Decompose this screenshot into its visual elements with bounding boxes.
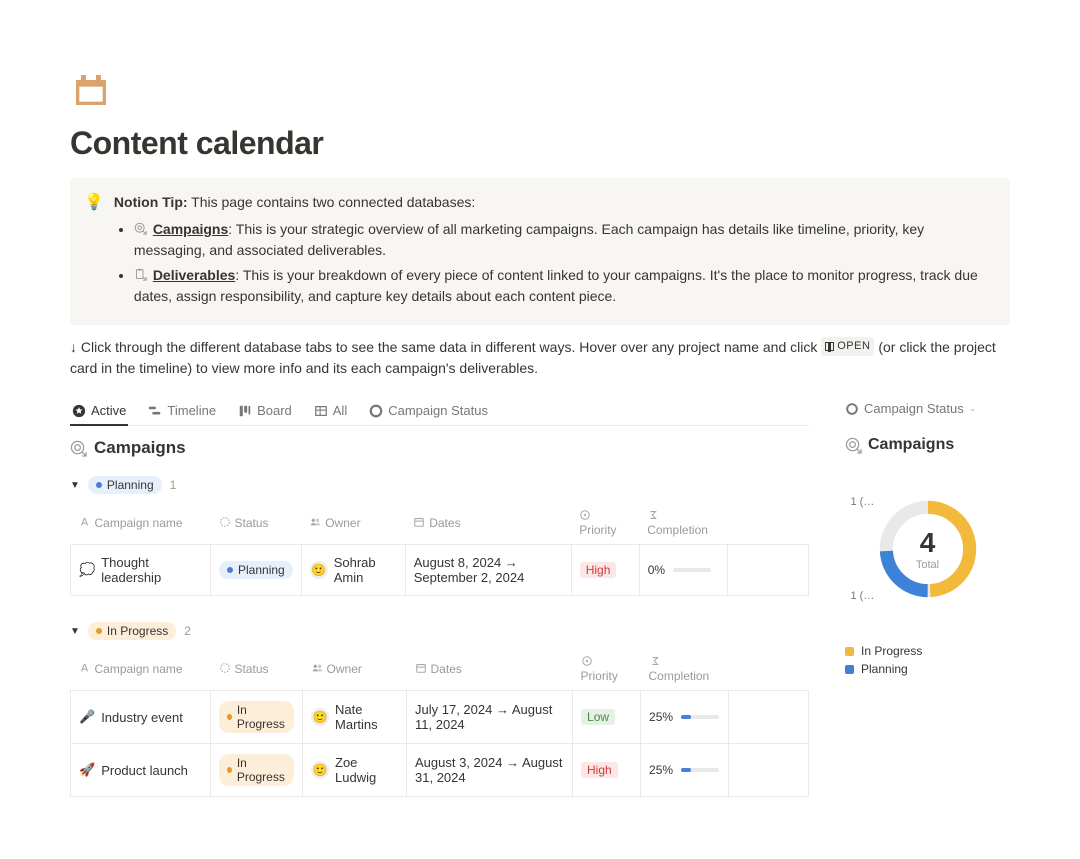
group-count: 1 [170, 478, 177, 492]
col-dates: Dates [429, 516, 460, 530]
deliverables-desc: : This is your breakdown of every piece … [134, 267, 978, 304]
donut-chart: 1 (… 1 (… 4 Total [873, 494, 983, 604]
table-icon [314, 404, 328, 418]
donut-total-label: Total [916, 559, 939, 571]
owner-name: Nate Martins [335, 702, 398, 732]
status-icon [219, 516, 231, 528]
side-view-selector[interactable]: Campaign Status ⌄ [845, 401, 1010, 416]
deliverables-link[interactable]: Deliverables [153, 267, 236, 283]
donut-icon [845, 402, 859, 416]
chart-legend: In Progress Planning [845, 644, 1010, 676]
owner-name: Zoe Ludwig [335, 755, 398, 785]
intro-text: ↓ Click through the different database t… [70, 337, 1010, 379]
campaign-name[interactable]: Industry event [101, 710, 183, 725]
status-pill: Planning [219, 561, 293, 579]
lightbulb-icon: 💡 [84, 192, 104, 311]
chevron-down-icon: ⌄ [969, 403, 977, 414]
tab-active[interactable]: Active [70, 397, 128, 426]
date-range: August 3, 2024 → August 31, 2024 [407, 744, 573, 797]
clipboard-icon [134, 268, 147, 281]
status-pill-planning: Planning [88, 476, 162, 494]
campaign-name[interactable]: Product launch [101, 763, 188, 778]
priority-tag: Low [581, 709, 615, 725]
star-circle-icon [72, 404, 86, 418]
table-row[interactable]: 💭 Thought leadership Planning 🙂 Sohrab Amin A… [71, 545, 809, 596]
select-icon [581, 655, 593, 667]
group-header-inprogress[interactable]: ▼ In Progress 2 [70, 618, 809, 644]
row-icon: 🚀 [79, 762, 95, 778]
donut-slice-label-bottom: 1 (… [851, 590, 875, 602]
col-completion: Completion [647, 523, 708, 537]
date-range: July 17, 2024 → August 11, 2024 [407, 691, 573, 744]
priority-tag: High [581, 762, 618, 778]
row-icon: 🎤 [79, 709, 95, 725]
col-status: Status [235, 516, 269, 530]
group-count: 2 [184, 624, 191, 638]
person-icon [309, 516, 321, 528]
row-icon: 💭 [79, 562, 95, 578]
select-icon [579, 509, 591, 521]
page-icon-calendar [70, 70, 112, 110]
tip-text: This page contains two connected databas… [191, 194, 475, 210]
status-icon [219, 662, 231, 674]
page-title: Content calendar [70, 125, 1010, 162]
target-icon [134, 222, 147, 235]
tab-timeline[interactable]: Timeline [146, 397, 218, 426]
side-database-title[interactable]: Campaigns [845, 436, 1010, 454]
donut-icon [369, 404, 383, 418]
formula-icon [647, 509, 659, 521]
completion-cell: 0% [648, 563, 719, 577]
table-inprogress: Campaign name Status Owner Dates Priorit… [70, 648, 809, 797]
tab-all[interactable]: All [312, 397, 349, 426]
person-icon [311, 662, 323, 674]
col-owner: Owner [325, 516, 360, 530]
priority-tag: High [580, 562, 617, 578]
donut-total: 4 [920, 527, 936, 559]
table-row[interactable]: 🎤 Industry event In Progress 🙂 Nate Martins J… [71, 691, 809, 744]
table-row[interactable]: 🚀 Product launch In Progress 🙂 Zoe Ludwig Aug… [71, 744, 809, 797]
campaigns-desc: : This is your strategic overview of all… [134, 221, 924, 258]
avatar: 🙂 [310, 561, 328, 579]
open-tag: OPEN [821, 337, 874, 356]
calendar-icon [415, 662, 427, 674]
status-pill: In Progress [219, 701, 294, 733]
formula-icon [649, 655, 661, 667]
avatar: 🙂 [311, 761, 329, 779]
tip-callout: 💡 Notion Tip: This page contains two con… [70, 178, 1010, 325]
group-header-planning[interactable]: ▼ Planning 1 [70, 472, 809, 498]
table-planning: Campaign name Status Owner Dates Priorit… [70, 502, 809, 596]
legend-swatch-inprogress [845, 647, 854, 656]
legend-swatch-planning [845, 665, 854, 674]
status-pill-inprogress: In Progress [88, 622, 176, 640]
donut-slice-label-top: 1 (… [851, 496, 875, 508]
calendar-icon [413, 516, 425, 528]
target-icon [70, 440, 87, 457]
campaign-name[interactable]: Thought leadership [101, 555, 202, 585]
tab-board[interactable]: Board [236, 397, 294, 426]
owner-name: Sohrab Amin [334, 555, 397, 585]
campaigns-link[interactable]: Campaigns [153, 221, 228, 237]
avatar: 🙂 [311, 708, 329, 726]
disclosure-triangle-icon[interactable]: ▼ [70, 626, 80, 637]
text-icon [79, 516, 91, 528]
status-pill: In Progress [219, 754, 294, 786]
tip-label: Notion Tip: [114, 194, 188, 210]
board-icon [238, 404, 252, 418]
completion-cell: 25% [649, 763, 720, 777]
view-tabs: Active Timeline Board All Campaign Statu… [70, 397, 809, 426]
date-range: August 8, 2024 → September 2, 2024 [405, 545, 571, 596]
col-priority: Priority [579, 523, 616, 537]
database-title[interactable]: Campaigns [70, 438, 809, 458]
timeline-icon [148, 404, 162, 418]
col-name: Campaign name [95, 516, 183, 530]
text-icon [79, 662, 91, 674]
completion-cell: 25% [649, 710, 720, 724]
disclosure-triangle-icon[interactable]: ▼ [70, 480, 80, 491]
target-icon [845, 437, 862, 454]
tab-campaign-status[interactable]: Campaign Status [367, 397, 490, 426]
